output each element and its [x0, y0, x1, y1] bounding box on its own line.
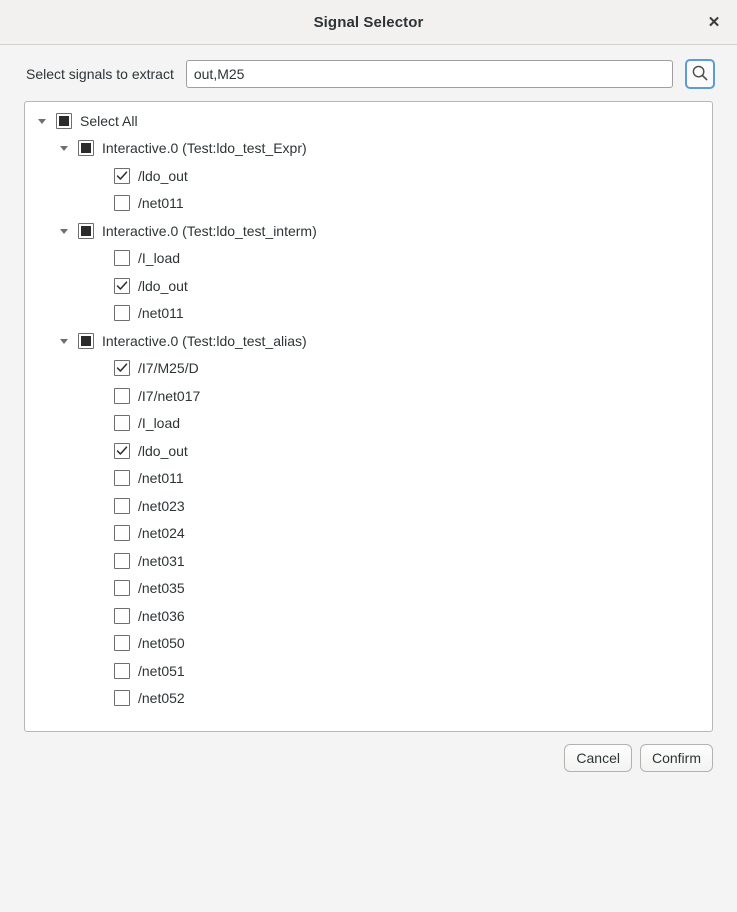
close-icon[interactable]: ✕ — [699, 7, 729, 37]
tree-item-select-all-label: Select All — [80, 113, 138, 129]
tree-row[interactable]: /I_load — [25, 245, 712, 273]
tree-item-net035-label: /net035 — [138, 580, 185, 596]
chevron-down-icon[interactable] — [57, 224, 71, 238]
tree-item-ldo-out-label: /ldo_out — [138, 278, 188, 294]
checkbox-partial-fill — [81, 336, 91, 346]
checkbox-checked[interactable] — [114, 168, 130, 184]
tree-row[interactable]: /net011 — [25, 190, 712, 218]
tree-row[interactable]: Interactive.0 (Test:ldo_test_interm) — [25, 217, 712, 245]
checkbox-unchecked[interactable] — [114, 663, 130, 679]
chevron-down-icon[interactable] — [57, 141, 71, 155]
checkbox-partial-fill — [81, 226, 91, 236]
tree-row[interactable]: /net031 — [25, 547, 712, 575]
checkbox-unchecked[interactable] — [114, 498, 130, 514]
checkbox-unchecked[interactable] — [114, 470, 130, 486]
tree-item-i-load-label: /I_load — [138, 415, 180, 431]
tree-row[interactable]: /net011 — [25, 300, 712, 328]
checkbox-unchecked[interactable] — [114, 305, 130, 321]
checkbox-checked[interactable] — [114, 278, 130, 294]
search-button[interactable] — [685, 59, 715, 89]
tree-group-ldo-test-interm-label: Interactive.0 (Test:ldo_test_interm) — [102, 223, 317, 239]
tree-row[interactable]: /I_load — [25, 410, 712, 438]
tree-row[interactable]: /net036 — [25, 602, 712, 630]
tree-item-net011-label: /net011 — [138, 470, 184, 486]
search-label: Select signals to extract — [26, 66, 174, 82]
search-icon — [691, 64, 709, 85]
tree-item-i7-m25-d-label: /I7/M25/D — [138, 360, 199, 376]
checkbox-checked[interactable] — [114, 360, 130, 376]
tree-item-i7-net017-label: /I7/net017 — [138, 388, 200, 404]
tree-row[interactable]: /net052 — [25, 685, 712, 713]
checkbox-unchecked[interactable] — [114, 608, 130, 624]
confirm-button[interactable]: Confirm — [640, 744, 713, 772]
checkbox-unchecked[interactable] — [114, 690, 130, 706]
tree-item-ldo-out-label: /ldo_out — [138, 443, 188, 459]
tree-row[interactable]: /net011 — [25, 465, 712, 493]
tree-row[interactable]: /ldo_out — [25, 437, 712, 465]
tree-item-net050-label: /net050 — [138, 635, 185, 651]
search-input[interactable] — [186, 60, 673, 88]
checkbox-unchecked[interactable] — [114, 553, 130, 569]
checkbox-partial[interactable] — [78, 140, 94, 156]
tree-row[interactable]: /ldo_out — [25, 272, 712, 300]
checkbox-unchecked[interactable] — [114, 388, 130, 404]
dialog-title: Signal Selector — [314, 14, 424, 31]
tree-item-net023-label: /net023 — [138, 498, 185, 514]
tree-item-net052-label: /net052 — [138, 690, 185, 706]
tree-row[interactable]: Interactive.0 (Test:ldo_test_alias) — [25, 327, 712, 355]
tree-row[interactable]: /net023 — [25, 492, 712, 520]
tree-row[interactable]: /net035 — [25, 575, 712, 603]
dialog-footer: Cancel Confirm — [0, 732, 737, 772]
checkbox-unchecked[interactable] — [114, 415, 130, 431]
checkbox-partial-fill — [59, 116, 69, 126]
tree-item-net051-label: /net051 — [138, 663, 185, 679]
search-row: Select signals to extract — [0, 45, 737, 89]
chevron-down-icon[interactable] — [57, 334, 71, 348]
tree-row[interactable]: /I7/net017 — [25, 382, 712, 410]
tree-row[interactable]: /I7/M25/D — [25, 355, 712, 383]
tree-item-net011-label: /net011 — [138, 305, 184, 321]
tree-item-i-load-label: /I_load — [138, 250, 180, 266]
checkbox-partial-fill — [81, 143, 91, 153]
tree-item-net011-label: /net011 — [138, 195, 184, 211]
tree-row[interactable]: /net051 — [25, 657, 712, 685]
tree-row[interactable]: /net024 — [25, 520, 712, 548]
checkbox-unchecked[interactable] — [114, 195, 130, 211]
checkbox-unchecked[interactable] — [114, 580, 130, 596]
signal-tree[interactable]: Select All Interactive.0 (Test:ldo_test_E… — [24, 101, 713, 732]
checkbox-unchecked[interactable] — [114, 635, 130, 651]
tree-item-net031-label: /net031 — [138, 553, 185, 569]
checkbox-unchecked[interactable] — [114, 525, 130, 541]
checkbox-checked[interactable] — [114, 443, 130, 459]
chevron-down-icon[interactable] — [35, 114, 49, 128]
tree-item-net036-label: /net036 — [138, 608, 185, 624]
tree-row[interactable]: /ldo_out — [25, 162, 712, 190]
tree-item-ldo-out-label: /ldo_out — [138, 168, 188, 184]
tree-row[interactable]: Interactive.0 (Test:ldo_test_Expr) — [25, 135, 712, 163]
cancel-button[interactable]: Cancel — [564, 744, 632, 772]
tree-row[interactable]: /net050 — [25, 630, 712, 658]
tree-group-ldo-test-expr-label: Interactive.0 (Test:ldo_test_Expr) — [102, 140, 307, 156]
checkbox-partial[interactable] — [78, 223, 94, 239]
checkbox-unchecked[interactable] — [114, 250, 130, 266]
tree-item-net024-label: /net024 — [138, 525, 185, 541]
dialog-titlebar: Signal Selector ✕ — [0, 0, 737, 45]
checkbox-partial[interactable] — [78, 333, 94, 349]
checkbox-partial[interactable] — [56, 113, 72, 129]
tree-row[interactable]: Select All — [25, 107, 712, 135]
tree-group-ldo-test-alias-label: Interactive.0 (Test:ldo_test_alias) — [102, 333, 307, 349]
